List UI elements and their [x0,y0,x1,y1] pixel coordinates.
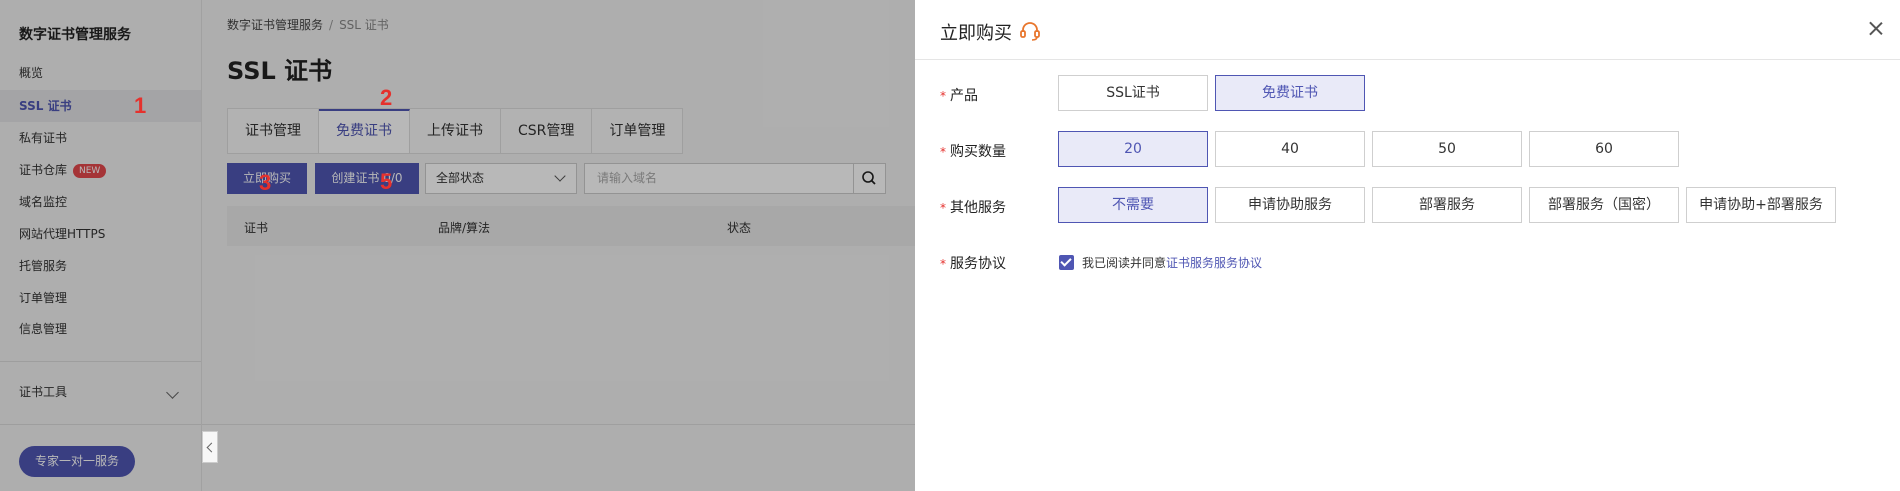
service-option-apply-assist[interactable]: 申请协助服务 [1215,187,1365,223]
quantity-label: * 购买数量 [940,144,1006,160]
agreement-link[interactable]: 证书服务服务协议 [1166,256,1262,270]
services-label: * 其他服务 [940,200,1006,216]
product-option-free[interactable]: 免费证书 [1215,75,1365,111]
quantity-option-60[interactable]: 60 [1529,131,1679,167]
sidebar-collapse-handle[interactable] [202,431,218,463]
annotation-marker: 2 [380,85,393,110]
agreement-text: 我已阅读并同意 [1082,256,1167,270]
product-option-ssl[interactable]: SSL证书 [1058,75,1208,111]
annotation-marker: 1 [134,93,147,118]
service-option-deploy-gm[interactable]: 部署服务（国密） [1529,187,1679,223]
quantity-option-50[interactable]: 50 [1372,131,1522,167]
annotation-marker: 3 [259,170,272,195]
drawer-header: 立即购买 [915,0,1900,60]
purchase-drawer: 立即购买 * 产品 SSL证书 免费证书 * 购买数量 20 40 50 60 * 其… [915,0,1900,491]
agreement-label: * 服务协议 [940,256,1006,272]
agreement-checkbox[interactable] [1059,255,1074,270]
modal-overlay[interactable] [0,0,915,491]
agreement-row: 我已阅读并同意证书服务服务协议 [1059,254,1262,271]
service-option-assist-deploy[interactable]: 申请协助+部署服务 [1686,187,1836,223]
quantity-option-20[interactable]: 20 [1058,131,1208,167]
drawer-title: 立即购买 [940,23,1012,44]
headset-icon[interactable] [1018,19,1042,43]
service-option-deploy[interactable]: 部署服务 [1372,187,1522,223]
annotation-marker: 5 [380,169,393,194]
quantity-option-40[interactable]: 40 [1215,131,1365,167]
product-label: * 产品 [940,88,978,104]
close-icon[interactable] [1867,20,1885,38]
service-option-none[interactable]: 不需要 [1058,187,1208,223]
